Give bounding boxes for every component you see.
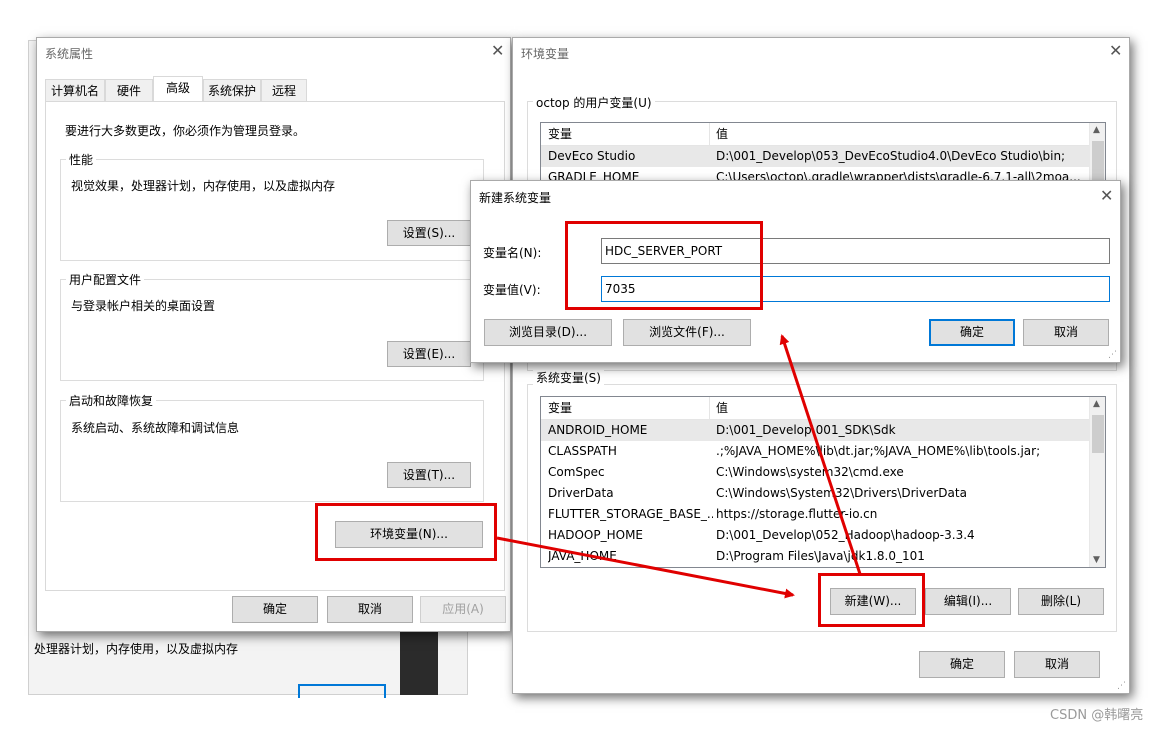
arrow-to-dialog (779, 334, 862, 575)
annotation-arrows (496, 334, 862, 599)
watermark: CSDN @韩曙亮 (1050, 708, 1144, 723)
arrow-to-new-button (496, 536, 795, 599)
